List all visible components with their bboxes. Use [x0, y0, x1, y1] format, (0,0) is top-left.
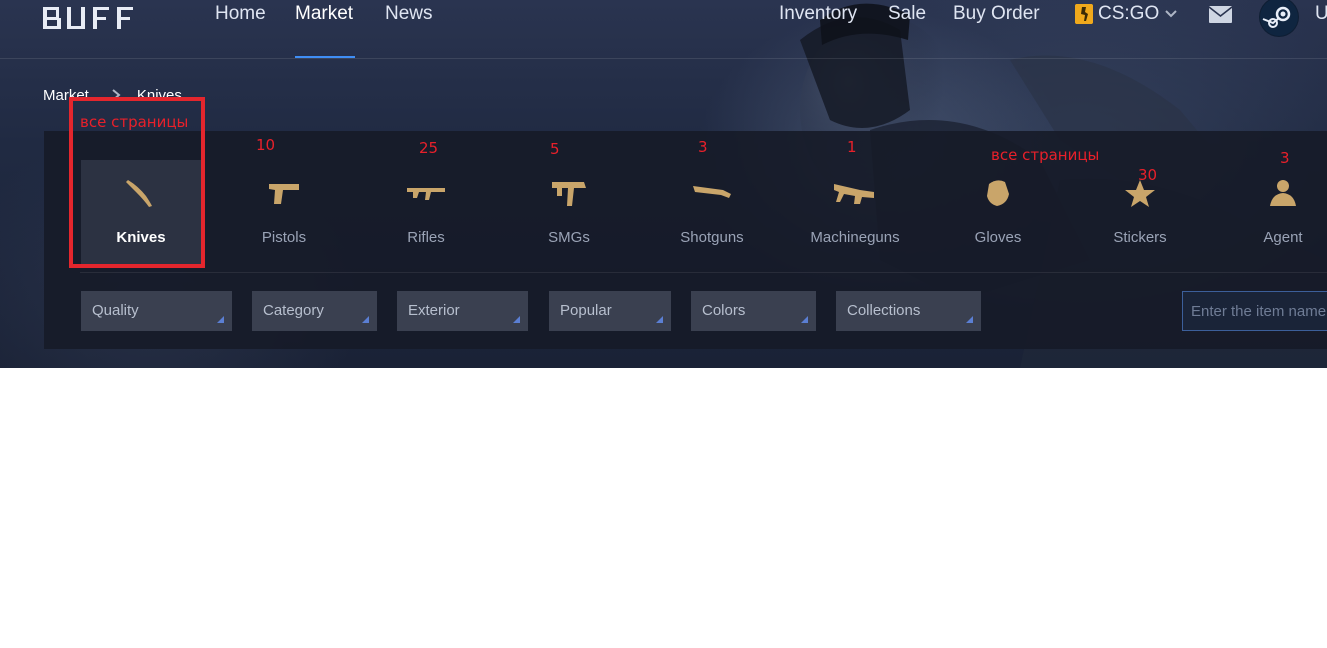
filter-label: Exterior	[408, 302, 460, 319]
category-machineguns[interactable]: Machineguns	[795, 160, 915, 268]
pistol-icon	[269, 184, 299, 204]
game-label: CS:GO	[1098, 3, 1160, 24]
category-panel: Knives Pistols Rifles SMGs Shotguns Mach…	[44, 131, 1327, 349]
nav-home[interactable]: Home	[215, 3, 266, 25]
dropdown-corner-icon	[217, 316, 224, 323]
annotation-stickers: 30	[1138, 166, 1158, 184]
user-name[interactable]: U	[1315, 3, 1327, 25]
agent-icon	[1270, 180, 1296, 206]
mail-icon[interactable]	[1209, 6, 1232, 23]
category-shotguns[interactable]: Shotguns	[652, 160, 772, 268]
machinegun-icon	[834, 184, 874, 204]
nav-active-indicator	[295, 56, 355, 58]
category-label: Rifles	[407, 229, 445, 246]
annotation-smgs: 5	[550, 140, 560, 158]
csgo-icon	[1075, 4, 1093, 24]
rifle-icon	[407, 188, 445, 200]
nav-buy-order[interactable]: Buy Order	[953, 3, 1040, 25]
top-navigation: Home Market News Inventory Sale Buy Orde…	[0, 0, 1327, 59]
filter-label: Category	[263, 302, 324, 319]
category-label: Gloves	[974, 229, 1022, 246]
category-label: Shotguns	[680, 229, 744, 246]
glove-icon	[987, 180, 1009, 206]
annotation-gloves: все страницы	[991, 146, 1100, 164]
category-label: Agent	[1263, 229, 1303, 246]
filter-colors[interactable]: Colors	[691, 291, 816, 331]
nav-sale[interactable]: Sale	[888, 3, 926, 25]
filter-category[interactable]: Category	[252, 291, 377, 331]
annotation-rifles: 25	[419, 139, 439, 157]
category-label: Pistols	[261, 229, 307, 246]
category-label: Stickers	[1113, 229, 1167, 246]
panel-divider	[80, 272, 1327, 273]
filter-collections[interactable]: Collections	[836, 291, 981, 331]
chevron-down-icon	[1165, 10, 1177, 18]
smg-icon	[552, 182, 586, 206]
dropdown-corner-icon	[656, 316, 663, 323]
steam-icon	[1260, 0, 1298, 36]
dropdown-corner-icon	[966, 316, 973, 323]
category-label: SMGs	[548, 229, 590, 246]
annotation-machineguns: 1	[847, 138, 857, 156]
filter-label: Quality	[92, 302, 139, 319]
filter-label: Collections	[847, 302, 921, 319]
category-label: Machineguns	[810, 229, 900, 246]
filter-quality[interactable]: Quality	[81, 291, 232, 331]
shotgun-icon	[693, 186, 731, 198]
item-search-input[interactable]	[1182, 291, 1327, 331]
steam-avatar[interactable]	[1259, 0, 1299, 37]
annotation-shotguns: 3	[698, 138, 708, 156]
category-agent[interactable]: Agent	[1223, 160, 1327, 268]
category-smgs[interactable]: SMGs	[509, 160, 629, 268]
game-selector[interactable]: CS:GO	[1075, 3, 1178, 25]
filter-label: Colors	[702, 302, 746, 319]
annotation-knives: все страницы	[80, 113, 189, 131]
filter-exterior[interactable]: Exterior	[397, 291, 528, 331]
dropdown-corner-icon	[362, 316, 369, 323]
category-rifles[interactable]: Rifles	[366, 160, 486, 268]
filter-popular[interactable]: Popular	[549, 291, 671, 331]
category-pistols[interactable]: Pistols	[224, 160, 344, 268]
nav-market[interactable]: Market	[295, 3, 353, 25]
nav-news[interactable]: News	[385, 3, 433, 25]
filter-label: Popular	[560, 302, 612, 319]
buff-logo[interactable]	[43, 3, 139, 31]
category-gloves[interactable]: Gloves	[938, 160, 1058, 268]
dropdown-corner-icon	[513, 316, 520, 323]
annotation-agent: 3	[1280, 149, 1290, 167]
dropdown-corner-icon	[801, 316, 808, 323]
annotation-pistols: 10	[256, 136, 276, 154]
nav-inventory[interactable]: Inventory	[779, 3, 857, 25]
